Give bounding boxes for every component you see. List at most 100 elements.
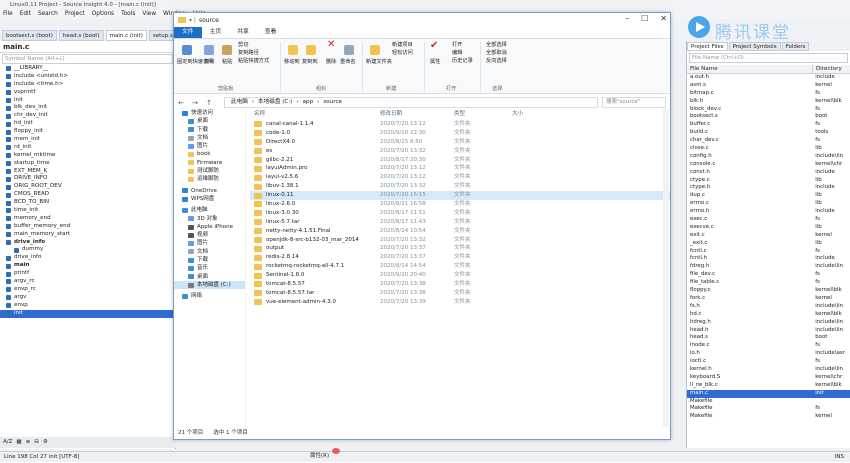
- properties-button[interactable]: 属性: [430, 59, 440, 66]
- ribbon-tab[interactable]: 共享: [229, 27, 257, 38]
- nav-item[interactable]: Firmware: [174, 159, 245, 167]
- symbol-item[interactable]: main: [0, 262, 175, 270]
- file-row[interactable]: fdreg.h include\lin: [687, 263, 850, 271]
- invert-selection-button[interactable]: 反向选择: [486, 58, 507, 65]
- symbol-item[interactable]: drive_info: [0, 239, 175, 247]
- nav-item[interactable]: 视频: [174, 231, 245, 239]
- symbol-item[interactable]: argv: [0, 294, 175, 302]
- file-row[interactable]: file_table.c fs: [687, 279, 850, 287]
- menu-item-project[interactable]: Project: [65, 10, 85, 19]
- file-row[interactable]: Makefile kernel: [687, 413, 850, 421]
- nav-item[interactable]: 桌面: [174, 117, 245, 125]
- project-tab[interactable]: Project Symbols: [728, 42, 781, 51]
- folder-row[interactable]: code-1.0 2020/9/10 22:30 文件夹: [250, 129, 670, 138]
- file-row[interactable]: hd.c kernel\blk: [687, 311, 850, 319]
- folder-row[interactable]: libuv-1.38.1 2020/7/20 13:32 文件夹: [250, 182, 670, 191]
- minimize-button[interactable]: –: [625, 14, 629, 23]
- file-row[interactable]: head.h include\lin: [687, 327, 850, 335]
- file-row[interactable]: fork.c kernel: [687, 295, 850, 303]
- new-folder-button[interactable]: 新建文件夹: [366, 59, 392, 66]
- menu-item-view[interactable]: View: [142, 10, 156, 19]
- nav-item[interactable]: book: [174, 150, 245, 158]
- file-row[interactable]: _exit.c lib: [687, 240, 850, 248]
- symbol-item[interactable]: CMOS_READ: [0, 191, 175, 199]
- symbol-item[interactable]: blk_dev_init: [0, 104, 175, 112]
- nav-item[interactable]: 音乐: [174, 264, 245, 272]
- folder-row[interactable]: Sentinel-1.8.0 2020/9/20 20:40 文件夹: [250, 271, 670, 280]
- edit-button[interactable]: 编辑: [452, 50, 462, 57]
- nav-item[interactable]: OneDrive: [174, 187, 245, 195]
- file-row[interactable]: file_dev.c fs: [687, 271, 850, 279]
- paste-button[interactable]: 粘贴: [222, 59, 232, 66]
- copy-to-button[interactable]: 复制到: [302, 59, 318, 66]
- symbol-item[interactable]: DRIVE_INFO: [0, 175, 175, 183]
- open-button[interactable]: 打开: [452, 42, 462, 49]
- project-tab[interactable]: Project Files: [687, 42, 728, 51]
- symbol-item[interactable]: time_init: [0, 207, 175, 215]
- breadcrumb-item[interactable]: 本地磁盘 (C:): [258, 98, 292, 107]
- file-row[interactable]: errno.c lib: [687, 200, 850, 208]
- easy-access-button[interactable]: 轻松访问: [392, 50, 413, 57]
- file-filter-input[interactable]: File Name (Ctrl+O): [689, 53, 848, 63]
- file-row[interactable]: keyboard.S kernel\chr: [687, 374, 850, 382]
- type-column[interactable]: 类型: [454, 109, 512, 120]
- file-row[interactable]: config.h include\lin: [687, 153, 850, 161]
- forward-arrow-icon[interactable]: →: [188, 99, 202, 107]
- symbol-item[interactable]: include <unistd.h>: [0, 73, 175, 81]
- file-row[interactable]: main.c init: [687, 389, 850, 398]
- nav-item[interactable]: 下载: [174, 126, 245, 134]
- nav-item[interactable]: 3D 对象: [174, 215, 245, 223]
- file-row[interactable]: fcntl.h include: [687, 255, 850, 263]
- file-row[interactable]: hdreg.h include\lin: [687, 319, 850, 327]
- folder-row[interactable]: redis-2.8.14 2020/7/20 13:37 文件夹: [250, 253, 670, 262]
- delete-button[interactable]: 删除: [326, 59, 336, 66]
- up-arrow-icon[interactable]: ↑: [202, 99, 216, 107]
- ribbon-tab[interactable]: 文件: [174, 27, 202, 38]
- menu-item-file[interactable]: File: [3, 10, 13, 19]
- back-arrow-icon[interactable]: ←: [174, 99, 188, 107]
- file-row[interactable]: fcntl.c fs: [687, 248, 850, 256]
- file-row[interactable]: kernel.h include\lin: [687, 366, 850, 374]
- folder-row[interactable]: glibc-2.21 2020/8/17 20:30 文件夹: [250, 156, 670, 165]
- close-button[interactable]: ✕: [660, 14, 667, 23]
- nav-item[interactable]: 此电脑: [174, 206, 245, 214]
- folder-row[interactable]: canal-canal-1.1.4 2020/7/20 13:12 文件夹: [250, 120, 670, 129]
- symbol-item[interactable]: hd_init: [0, 120, 175, 128]
- folder-row[interactable]: tomcat-8.5.57 2020/7/20 13:38 文件夹: [250, 280, 670, 289]
- copy-button[interactable]: 复制: [204, 59, 214, 66]
- nav-item[interactable]: WPS网盘: [174, 195, 245, 203]
- ribbon-tab[interactable]: 主页: [202, 27, 230, 38]
- folder-row[interactable]: netty-netty-4.1.51.Final 2020/8/24 10:54 文…: [250, 227, 670, 236]
- nav-item[interactable]: 本地磁盘 (C:): [174, 280, 245, 290]
- file-row[interactable]: asm.s kernel: [687, 82, 850, 90]
- file-row[interactable]: io.h include\asr: [687, 350, 850, 358]
- maximize-button[interactable]: ☐: [641, 14, 648, 23]
- symbol-item[interactable]: dummy: [0, 246, 175, 254]
- file-row[interactable]: errno.h include: [687, 208, 850, 216]
- nav-item[interactable]: 快速访问: [174, 109, 245, 117]
- nav-item[interactable]: 文档: [174, 134, 245, 142]
- copy-path-button[interactable]: 复制路径: [238, 50, 259, 57]
- symbol-item[interactable]: envp_rc: [0, 286, 175, 294]
- folder-row[interactable]: tomcat-8.5.57.tar 2020/7/20 13:38 文件夹: [250, 289, 670, 298]
- file-row[interactable]: ctype.h include: [687, 184, 850, 192]
- symbol-item[interactable]: drive_info: [0, 254, 175, 262]
- settings-icon[interactable]: ⚙: [43, 437, 48, 448]
- nav-item[interactable]: 下载: [174, 256, 245, 264]
- menu-item-tools[interactable]: Tools: [121, 10, 135, 19]
- breadcrumb-item[interactable]: source: [323, 98, 342, 107]
- symbol-item[interactable]: main_memory_start: [0, 231, 175, 239]
- symbol-item[interactable]: ORIG_ROOT_DEV: [0, 183, 175, 191]
- symbol-item[interactable]: mem_init: [0, 136, 175, 144]
- nav-item[interactable]: 测试脚防: [174, 167, 245, 175]
- symbol-item[interactable]: envp: [0, 302, 175, 310]
- name-column[interactable]: 名称: [250, 109, 380, 120]
- move-to-button[interactable]: 移动到: [284, 59, 300, 66]
- sort-az-icon[interactable]: A/Z: [3, 437, 12, 448]
- folder-row[interactable]: linux-2.6.0 2020/8/21 16:58 文件夹: [250, 200, 670, 209]
- grid-icon[interactable]: ▦: [16, 437, 21, 448]
- editor-tab[interactable]: head.s (boot): [58, 30, 104, 41]
- directory-column[interactable]: Directory: [813, 65, 842, 73]
- date-column[interactable]: 修改日期: [380, 109, 454, 120]
- file-row[interactable]: exit.c kernel: [687, 232, 850, 240]
